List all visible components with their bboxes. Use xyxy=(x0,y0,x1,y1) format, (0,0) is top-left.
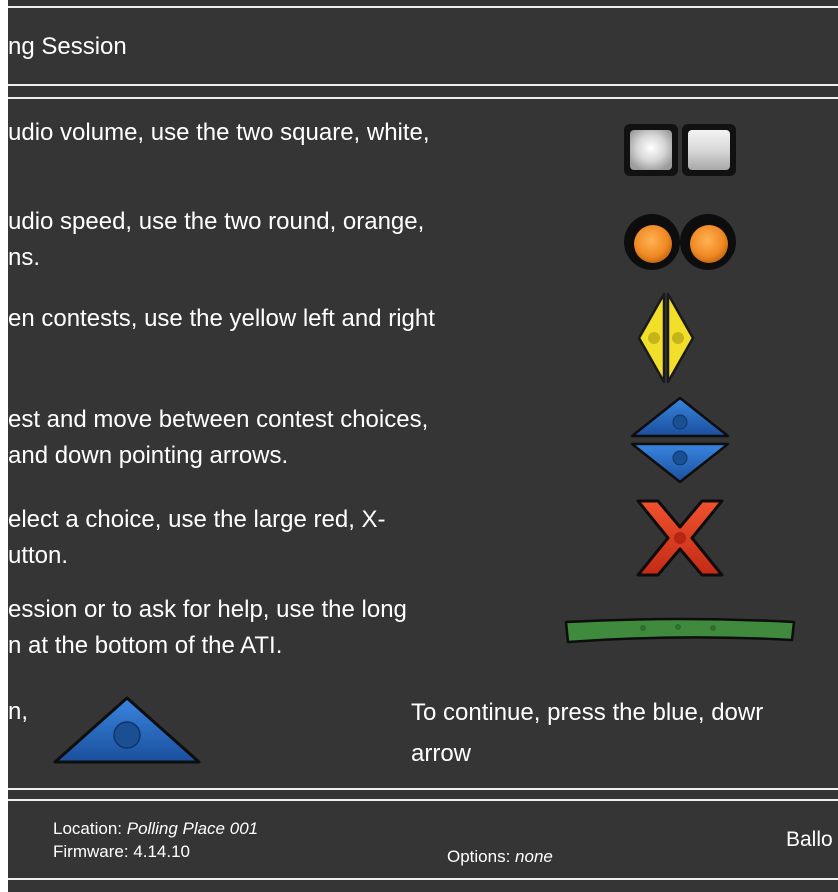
content-top-rule xyxy=(8,97,838,99)
round-orange-buttons-icon xyxy=(624,214,736,270)
instruction-contests-line1: en contests, use the yellow left and rig… xyxy=(8,305,435,332)
red-x-button-icon xyxy=(636,499,724,577)
options-value: none xyxy=(515,847,553,866)
firmware-label: Firmware: xyxy=(53,842,129,861)
continue-instruction-line2: arrow xyxy=(411,740,472,767)
instruction-contests: en contests, use the yellow left and rig… xyxy=(8,299,435,339)
instruction-select: elect a choice, use the large red, X- ut… xyxy=(8,500,386,576)
instruction-select-line2: utton. xyxy=(8,542,69,569)
yellow-left-right-arrows-icon xyxy=(637,292,695,384)
header-bottom-rule xyxy=(8,84,838,86)
instruction-help-line2: n at the bottom of the ATI. xyxy=(8,632,283,659)
instruction-help-line1: ession or to ask for help, use the long xyxy=(8,596,407,623)
instruction-volume: udio volume, use the two square, white, xyxy=(8,113,430,153)
instruction-contest-choices-line1: est and move between contest choices, xyxy=(8,406,429,433)
location-value: Polling Place 001 xyxy=(126,819,259,838)
instruction-select-line1: elect a choice, use the large red, X- xyxy=(8,506,386,533)
instruction-contest-choices: est and move between contest choices, an… xyxy=(8,400,428,476)
options-label: Options: xyxy=(447,847,511,866)
footer-bottom-rule xyxy=(8,878,838,880)
continue-left-text: n, xyxy=(8,698,29,725)
header-top-rule xyxy=(8,6,838,8)
square-white-buttons-icon xyxy=(624,124,736,176)
long-green-button-icon xyxy=(564,617,796,644)
location-label: Location: xyxy=(53,819,122,838)
footer-top-rule-2 xyxy=(8,799,838,801)
page-title: ng Session xyxy=(8,33,127,60)
footer-options: Options: none xyxy=(447,846,553,868)
blue-down-arrow-icon[interactable] xyxy=(52,695,202,767)
ballot-label: Ballo xyxy=(786,828,833,851)
blue-up-down-arrows-icon xyxy=(630,396,730,484)
instruction-contest-choices-line2: and down pointing arrows. xyxy=(8,442,289,469)
firmware-value: 4.14.10 xyxy=(133,842,191,861)
instruction-speed-line1: udio speed, use the two round, orange, xyxy=(8,208,425,235)
instruction-volume-line1: udio volume, use the two square, white, xyxy=(8,119,430,146)
instruction-speed-line2: ns. xyxy=(8,244,41,271)
footer-location: Location: Polling Place 001 xyxy=(53,818,258,840)
footer-top-rule-1 xyxy=(8,788,838,790)
instruction-speed: udio speed, use the two round, orange, n… xyxy=(8,202,424,278)
continue-instruction: To continue, press the blue, dowr arrow xyxy=(411,692,763,774)
instruction-help: ession or to ask for help, use the long … xyxy=(8,590,407,666)
footer-firmware: Firmware: 4.14.10 xyxy=(53,841,190,863)
continue-instruction-line1: To continue, press the blue, dowr xyxy=(411,699,764,726)
